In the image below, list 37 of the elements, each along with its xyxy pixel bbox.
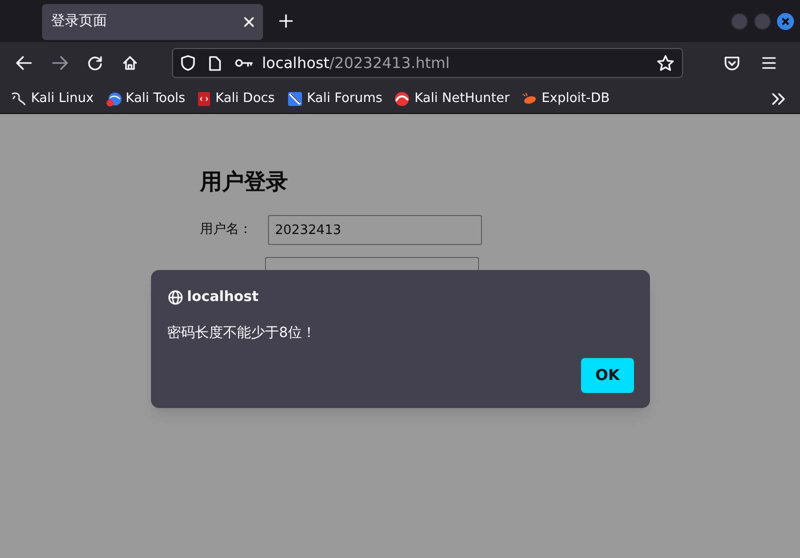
page-icon[interactable] <box>209 56 221 70</box>
browser-tab[interactable]: 登录页面 <box>42 4 263 40</box>
book-icon <box>197 90 212 106</box>
forward-icon[interactable] <box>52 56 68 70</box>
address-bar[interactable]: localhost/20232413.html <box>172 48 683 78</box>
home-icon[interactable] <box>122 55 138 71</box>
tab-title: 登录页面 <box>51 12 108 31</box>
bookmark-link[interactable]: Kali Docs <box>215 88 275 108</box>
chevron-icon[interactable] <box>772 92 786 104</box>
close-icon[interactable] <box>244 16 254 26</box>
menu-icon[interactable] <box>762 57 776 69</box>
dialog-origin: localhost <box>187 288 259 307</box>
shield-icon[interactable] <box>181 55 195 71</box>
nethunter-icon <box>394 90 410 106</box>
bookmark-link[interactable]: Kali Forums <box>306 88 382 108</box>
bookmark-link[interactable]: Kali NetHunter <box>414 88 510 108</box>
dialog-message: 密码长度不能少于8位！ <box>167 324 316 343</box>
reload-icon[interactable] <box>87 55 103 71</box>
globe-icon <box>168 290 183 305</box>
tools-icon <box>106 90 122 106</box>
forums-icon <box>286 90 303 106</box>
ok-button[interactable]: OK <box>581 358 634 393</box>
new-tab-icon[interactable] <box>279 14 293 28</box>
back-icon[interactable] <box>16 56 32 70</box>
bookmark-link[interactable]: Kali Linux <box>31 88 94 108</box>
pocket-icon[interactable] <box>724 56 740 70</box>
url-text: localhost/20232413.html <box>262 52 450 74</box>
key-icon[interactable] <box>235 58 253 68</box>
bookmark-link[interactable]: Exploit-DB <box>542 88 610 108</box>
input-field[interactable]: 20232413 <box>268 215 482 245</box>
bug-icon <box>522 92 538 106</box>
close-window-icon[interactable] <box>777 12 794 30</box>
bookmark-link[interactable]: Kali Tools <box>126 88 186 108</box>
page-heading: 用户登录 <box>200 169 288 197</box>
field-label: 用户名： <box>200 221 253 240</box>
star-icon[interactable] <box>657 55 674 71</box>
dragon-icon <box>11 90 27 106</box>
